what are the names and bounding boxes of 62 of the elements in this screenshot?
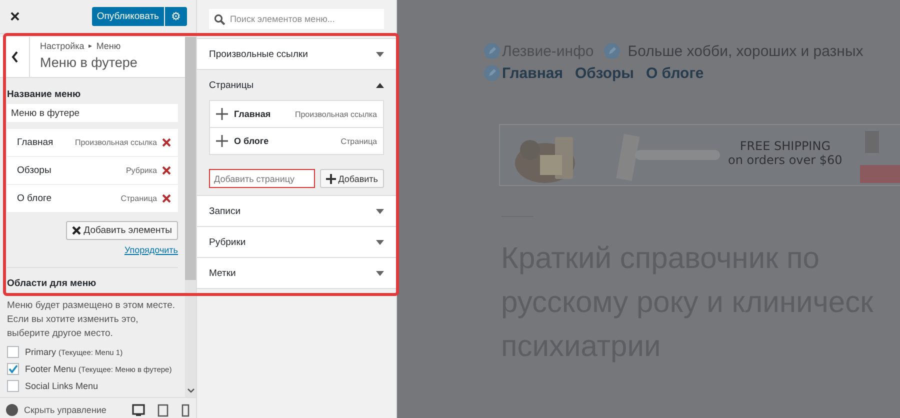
menu-item[interactable]: Главная Произвольная ссылка: [7, 129, 178, 157]
scroll-down-icon: [187, 388, 195, 393]
search-field[interactable]: Поиск элементов меню...: [209, 9, 384, 29]
banner-subline: on orders over $60: [728, 153, 842, 167]
banner-headline: FREE SHIPPING: [738, 139, 832, 153]
accordion-header[interactable]: Рубрики: [197, 227, 396, 258]
menu-item-title: Главная: [17, 137, 54, 148]
expand-arrow-icon: [376, 270, 384, 276]
edit-icon: [484, 43, 500, 59]
breadcrumb-item[interactable]: Меню: [96, 41, 121, 52]
close-icon: [72, 226, 81, 235]
accordion-header[interactable]: Метки: [197, 258, 396, 289]
field-label: Название меню: [7, 89, 82, 100]
new-page-field[interactable]: Добавить страницу: [209, 169, 315, 188]
check-icon: [8, 364, 18, 374]
accordion-header[interactable]: Произвольные ссылки: [197, 39, 396, 70]
remove-icon: [162, 166, 171, 175]
publish-button[interactable]: Опубликовать: [92, 7, 164, 26]
available-item[interactable]: О блоге Страница: [210, 128, 383, 154]
scrollbar-thumb[interactable]: [185, 37, 196, 280]
site-tagline: Больше хобби, хороших и разных: [628, 42, 864, 60]
collapse-arrow-icon: [376, 82, 384, 88]
plus-icon: [326, 174, 336, 184]
expand-arrow-icon: [376, 238, 384, 246]
menu-item-type: Рубрика: [126, 166, 157, 175]
mobile-icon: [181, 404, 190, 416]
menu-item[interactable]: Обзоры Рубрика: [7, 157, 178, 185]
menu-item-title: О блоге: [17, 193, 53, 204]
search-icon: [214, 14, 225, 24]
checkbox-label[interactable]: Social Links Menu: [25, 381, 98, 391]
accordion-header[interactable]: Записи: [197, 196, 396, 227]
remove-icon: [162, 194, 171, 203]
scrollbar[interactable]: [185, 34, 196, 397]
back-icon: [10, 50, 20, 64]
available-item[interactable]: Главная Произвольная ссылка: [210, 101, 383, 128]
section-heading: Области для меню: [7, 278, 98, 289]
breadcrumb-item[interactable]: Настройка: [40, 41, 84, 52]
edit-icon: [604, 43, 620, 59]
close-button[interactable]: ×: [6, 6, 24, 26]
expand-arrow-icon: [376, 50, 384, 58]
menu-item-title: Обзоры: [17, 165, 52, 176]
checkbox[interactable]: [7, 346, 19, 358]
expand-arrow-icon: [376, 208, 384, 214]
add-button[interactable]: Добавить: [320, 169, 384, 188]
edit-icon: [484, 65, 500, 81]
checkbox[interactable]: [7, 363, 19, 375]
reorder-link[interactable]: Упорядочить: [124, 245, 178, 255]
menu-item-type: Произвольная ссылка: [74, 138, 157, 147]
menu-name-field[interactable]: Меню в футере: [7, 104, 178, 122]
remove-icon: [162, 138, 171, 147]
settings-button[interactable]: ⚙: [165, 7, 187, 26]
desktop-icon: [132, 404, 145, 416]
panel-title: Меню в футере: [40, 55, 138, 70]
add-icon: [216, 108, 228, 120]
menu-item[interactable]: О блоге Страница: [7, 185, 178, 213]
tablet-icon: [157, 404, 169, 416]
add-icon: [216, 135, 228, 147]
checkbox[interactable]: [7, 380, 19, 392]
description-text: Меню будет размещено в этом месте. Если вы хотите изменить это, выберите другое место.: [7, 299, 176, 341]
menu-item-type: Страница: [120, 194, 157, 203]
hide-controls-button[interactable]: Скрыть управление: [6, 404, 106, 416]
add-items-button[interactable]: Добавить элементы: [66, 221, 178, 240]
